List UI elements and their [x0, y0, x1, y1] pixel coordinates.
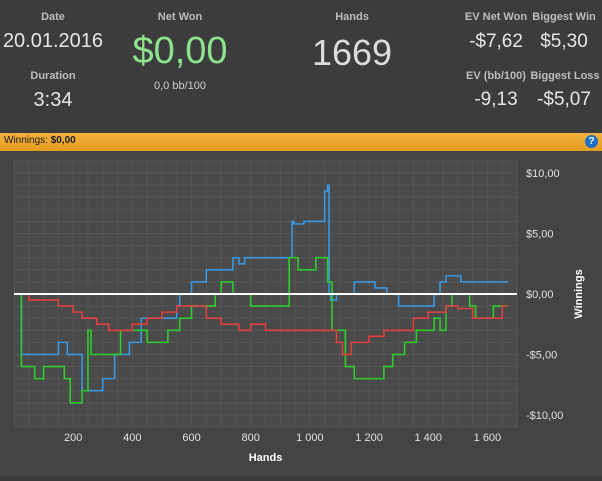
biggest-win-value: $5,30 — [540, 31, 588, 52]
x-tick-label: 1 600 — [474, 432, 502, 444]
x-tick-label: 1 200 — [355, 432, 383, 444]
x-axis-label: Hands — [249, 452, 283, 464]
hands-label: Hands — [335, 11, 369, 23]
hands-value: 1669 — [311, 32, 393, 73]
ev-bb-value: -9,13 — [474, 89, 518, 110]
y-tick-label: $10,00 — [526, 168, 560, 180]
winnings-chart: 200 400 600 800 1 000 1 200 1 400 1 600 $10,00 $5… — [13, 160, 585, 464]
biggest-loss-label: Biggest Loss — [530, 70, 600, 82]
ev-bb-label: EV (bb/100) — [466, 70, 526, 82]
winnings-label: Winnings: — [4, 135, 48, 146]
y-tick-label: -$5,00 — [526, 349, 557, 361]
net-won-label: Net Won — [157, 11, 203, 23]
net-won-sub: 0,0 bb/100 — [154, 80, 206, 92]
ev-net-won-value: -$7,62 — [469, 31, 523, 52]
x-tick-label: 200 — [64, 432, 82, 444]
net-won-value: $0,00 — [132, 30, 228, 72]
duration-label: Duration — [30, 70, 76, 82]
biggest-loss-value: -$5,07 — [537, 89, 591, 110]
stats-panel: Date 20.01.2016 Duration 3:34 Net Won $0… — [0, 0, 602, 133]
x-tick-label: 400 — [123, 432, 141, 444]
y-tick-label: $5,00 — [526, 229, 554, 241]
help-icon[interactable]: ? — [585, 135, 598, 148]
winnings-summary: Winnings: $0,00 — [4, 135, 76, 146]
x-tick-label: 800 — [242, 432, 260, 444]
biggest-win-label: Biggest Win — [532, 11, 596, 23]
winnings-bar: Winnings: $0,00 ? — [0, 133, 602, 151]
y-tick-label: -$10,00 — [526, 410, 563, 422]
date-value: 20.01.2016 — [2, 30, 104, 52]
winnings-value: $0,00 — [50, 135, 76, 146]
y-axis-label: Winnings — [573, 269, 585, 318]
x-tick-label: 600 — [182, 432, 200, 444]
duration-value: 3:34 — [33, 89, 73, 111]
x-tick-label: 1 000 — [296, 432, 324, 444]
date-label: Date — [41, 11, 65, 23]
ev-net-won-label: EV Net Won — [464, 11, 528, 23]
y-tick-label: $0,00 — [526, 289, 554, 301]
x-tick-label: 1 400 — [414, 432, 442, 444]
chart-area: 200 400 600 800 1 000 1 200 1 400 1 600 $10,00 $5… — [0, 151, 602, 476]
